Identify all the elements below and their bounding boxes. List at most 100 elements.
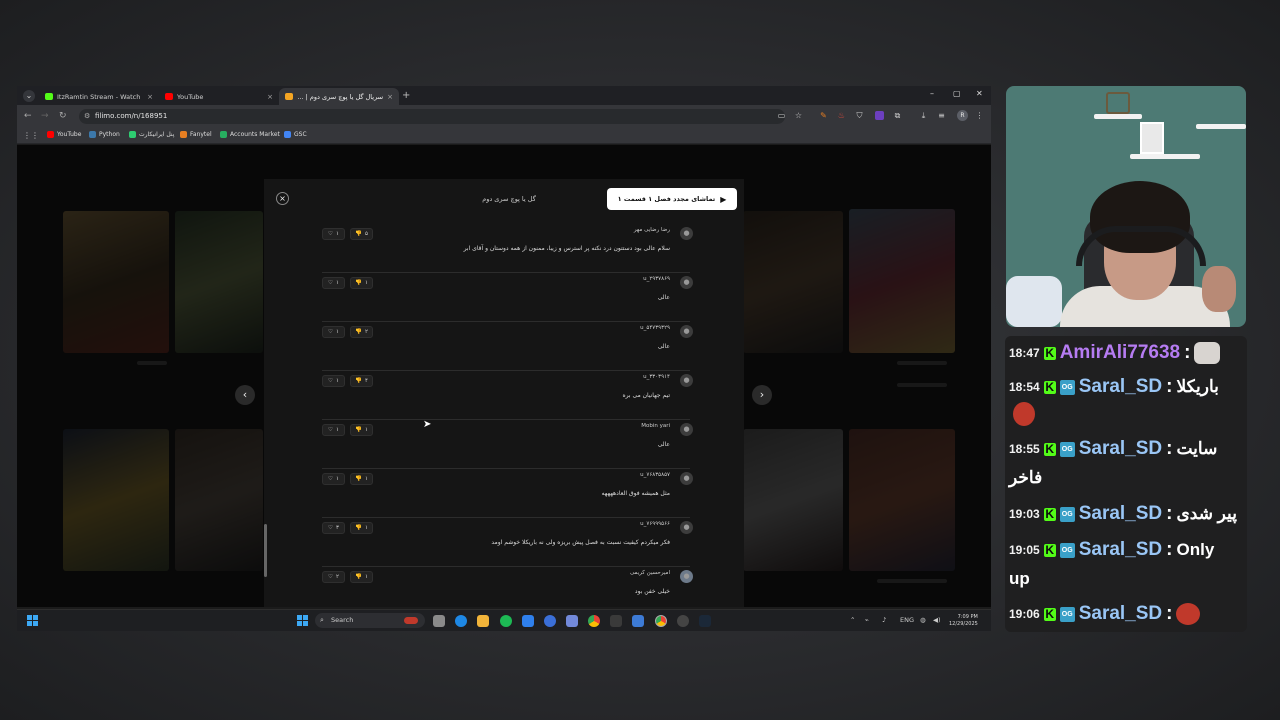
kick-badge-icon: K — [1043, 506, 1056, 521]
comment-item: ● u_۷۶۹۹۹۵۶۶ فکر میکردم کیفیت نسبت به فص… — [322, 518, 693, 567]
tab-close-icon[interactable]: × — [147, 93, 153, 101]
media-control-icon[interactable]: ≡ — [937, 111, 946, 120]
download-icon[interactable]: ⤓ — [919, 111, 928, 120]
volume-icon[interactable]: ◀) — [933, 616, 941, 624]
chat-username[interactable]: Saral_SD — [1079, 503, 1162, 525]
dislike-button[interactable]: 👎 ۱ — [350, 424, 373, 436]
extension-fire-icon[interactable]: ♨ — [837, 111, 846, 120]
chrome-icon[interactable] — [588, 615, 600, 627]
tab-close-icon[interactable]: × — [267, 93, 273, 101]
cast-icon[interactable]: ▭ — [777, 111, 786, 120]
extension-shield-icon[interactable]: ⛉ — [855, 111, 864, 120]
tray-chevron-icon[interactable]: ⌃ — [850, 616, 855, 624]
dislike-button[interactable]: 👎 ۱ — [350, 277, 373, 289]
tab-filimo[interactable]: سریال گل یا پوچ سری دوم | ... × — [279, 88, 399, 105]
apps-grid-icon[interactable]: ⋮⋮ — [23, 131, 39, 140]
search-icon: ⌕ — [320, 616, 324, 624]
forward-icon[interactable]: → — [41, 111, 49, 121]
new-tab-button[interactable]: + — [402, 90, 410, 101]
comment-username: u_۳۳۰۳۹۱۴ — [643, 374, 670, 380]
dislike-button[interactable]: 👎 ۲ — [350, 326, 373, 338]
chat-time: 19:03 — [1009, 507, 1040, 521]
bookmark-python[interactable]: Python — [89, 131, 120, 138]
network-icon[interactable]: ⌁ — [865, 616, 869, 624]
steam-icon[interactable] — [699, 615, 711, 627]
vscode-icon[interactable] — [522, 615, 534, 627]
dislike-button[interactable]: 👎 ۱ — [350, 522, 373, 534]
dislike-button[interactable]: 👎 ۴ — [350, 375, 373, 387]
taskbar-search[interactable]: ⌕ Search — [315, 613, 425, 628]
extension-pen-icon[interactable]: ✎ — [819, 111, 828, 120]
carousel-next-button[interactable]: › — [752, 385, 772, 405]
like-button[interactable]: ♡ ۳ — [322, 522, 345, 534]
bookmark-star-icon[interactable]: ☆ — [794, 111, 803, 120]
chat-username[interactable]: AmirAli77638 — [1060, 342, 1180, 364]
microphone-icon[interactable]: ♪ — [882, 616, 886, 624]
like-button[interactable]: ♡ ۱ — [322, 473, 345, 485]
chat-username[interactable]: Saral_SD — [1079, 438, 1162, 460]
comment-username: u_۷۶۸۳۵۸۵۷ — [640, 472, 670, 478]
close-window-button[interactable]: ✕ — [976, 89, 983, 98]
address-bar[interactable]: ⚙ filimo.com/n/168951 — [79, 109, 785, 124]
tab-youtube[interactable]: YouTube × — [159, 88, 279, 105]
chat-username[interactable]: Saral_SD — [1079, 539, 1162, 561]
obs-icon[interactable] — [677, 615, 689, 627]
like-button[interactable]: ♡ ۱ — [322, 424, 345, 436]
windows-start-icon[interactable] — [297, 615, 308, 626]
user-avatar-icon: ● — [680, 472, 693, 485]
site-info-icon[interactable]: ⚙ — [84, 109, 90, 124]
tab-strip: ⌄ ItzRamtin Stream - Watch Live × YouTub… — [17, 86, 991, 105]
extensions-puzzle-icon[interactable]: ⧉ — [893, 111, 902, 120]
discord-icon[interactable] — [566, 615, 578, 627]
chat-username[interactable]: Saral_SD — [1079, 603, 1162, 625]
bookmark-youtube[interactable]: YouTube — [47, 131, 81, 138]
comment-item: ● u_۲۹۳۷۸۶۹ عالی ♡ ۱ 👎 ۱ — [322, 273, 693, 322]
edge-icon[interactable] — [455, 615, 467, 627]
dislike-count: ۴ — [364, 378, 368, 384]
reload-icon[interactable]: ↻ — [59, 111, 67, 121]
app-icon[interactable] — [544, 615, 556, 627]
bookmark-gsc[interactable]: GSC — [284, 131, 307, 138]
chat-time: 18:54 — [1009, 380, 1040, 394]
back-icon[interactable]: ← — [24, 111, 32, 121]
widgets-icon[interactable] — [27, 615, 38, 626]
maximize-button[interactable]: ▢ — [953, 89, 961, 98]
extension-badge-icon[interactable] — [875, 111, 884, 120]
carousel-prev-button[interactable]: ‹ — [235, 385, 255, 405]
language-indicator[interactable]: ENG — [900, 616, 914, 624]
dislike-button[interactable]: 👎 ۱ — [350, 473, 373, 485]
replay-episode-button[interactable]: ▶ تماشای مجدد فصل ۱ قسمت ۱ — [607, 188, 737, 210]
bookmark-accounts-market[interactable]: Accounts Market — [220, 131, 280, 138]
like-count: ۱ — [335, 378, 339, 384]
chrome-active-icon[interactable] — [655, 615, 667, 627]
chat-username[interactable]: Saral_SD — [1079, 376, 1162, 398]
dislike-count: ۱ — [364, 280, 368, 286]
tab-search-icon[interactable]: ⌄ — [23, 90, 35, 102]
profile-avatar[interactable]: R — [957, 110, 968, 121]
modal-scrollbar[interactable] — [264, 524, 267, 577]
tab-stream[interactable]: ItzRamtin Stream - Watch Live × — [39, 88, 159, 105]
task-view-icon[interactable] — [433, 615, 445, 627]
user-avatar-icon: ● — [680, 374, 693, 387]
bookmark-label: Fanytel — [190, 131, 212, 138]
dislike-button[interactable]: 👎 ۱ — [350, 571, 373, 583]
system-clock[interactable]: 7:09 PM 12/29/2025 — [949, 614, 978, 628]
like-button[interactable]: ♡ ۲ — [322, 571, 345, 583]
security-icon[interactable] — [632, 615, 644, 627]
bookmark-iranicard[interactable]: پنل ایرانیکارت — [129, 131, 174, 138]
like-button[interactable]: ♡ ۱ — [322, 277, 345, 289]
menu-kebab-icon[interactable]: ⋮ — [975, 111, 984, 120]
spotify-icon[interactable] — [500, 615, 512, 627]
dislike-button[interactable]: 👎 ۵ — [350, 228, 373, 240]
like-button[interactable]: ♡ ۱ — [322, 375, 345, 387]
minimize-button[interactable]: – — [930, 89, 934, 98]
modal-close-button[interactable]: × — [276, 192, 289, 205]
bookmark-fanytel[interactable]: Fanytel — [180, 131, 212, 138]
like-button[interactable]: ♡ ۱ — [322, 326, 345, 338]
tab-close-icon[interactable]: × — [387, 93, 393, 101]
file-explorer-icon[interactable] — [477, 615, 489, 627]
like-button[interactable]: ♡ ۱ — [322, 228, 345, 240]
wifi-icon[interactable]: ◍ — [920, 616, 926, 624]
comment-item: ● u_۵۴۷۳۹۳۲۹ عالی ♡ ۱ 👎 ۲ — [322, 322, 693, 371]
python-icon[interactable] — [610, 615, 622, 627]
